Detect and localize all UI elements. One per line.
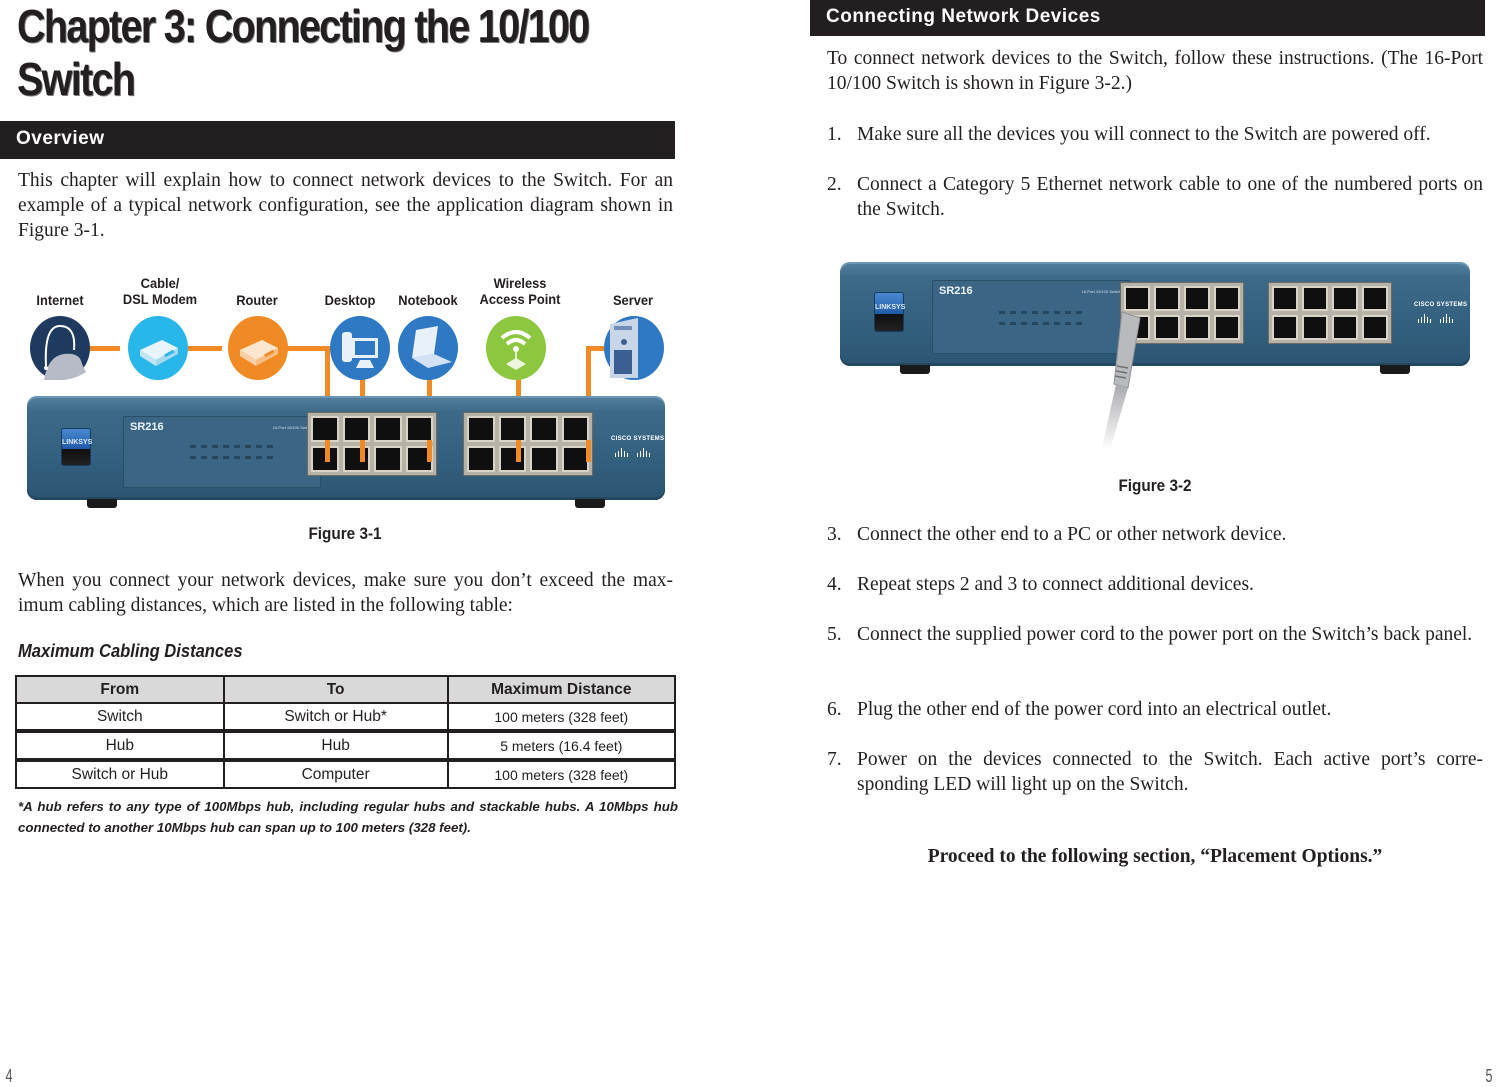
step-number: 3. — [827, 524, 842, 545]
modem-icon — [128, 316, 188, 380]
router-icon — [228, 316, 288, 380]
step-text: Plug the other end of the power cord int… — [857, 699, 1332, 720]
step-item: 3. Connect the other end to a PC or other… — [827, 522, 1483, 547]
ethernet-cable-icon — [1070, 300, 1160, 460]
node-label-modem: Cable/ DSL Modem — [122, 275, 198, 307]
cell-distance: 100 meters (328 feet) — [446, 758, 677, 789]
step-item: 7. Power on the devices connected to the … — [827, 747, 1483, 797]
cisco-logo: CISCO SYSTEMS — [611, 436, 665, 442]
status-panel: SR216 16-Port 10/100 Switch — [123, 416, 321, 488]
cable-end-2 — [360, 440, 365, 462]
step-text: Connect a Category 5 Ethernet network ca… — [857, 174, 1483, 220]
node-label-notebook: Notebook — [398, 292, 458, 308]
cell-from: Switch or Hub — [15, 758, 225, 789]
header-max-distance: Maximum Distance — [446, 675, 677, 704]
table-row: Hub Hub 5 meters (16.4 feet) — [15, 729, 677, 761]
link-modem-router — [188, 346, 222, 351]
step-number: 4. — [827, 574, 842, 595]
figure-3-2-caption: Figure 3-2 — [1118, 476, 1192, 495]
notebook-icon — [398, 316, 458, 380]
overview-heading-text: Overview — [16, 128, 105, 149]
step-number: 2. — [827, 174, 842, 195]
cabling-paragraph: When you connect your network devices, m… — [18, 570, 673, 616]
cisco-logo: CISCO SYSTEMS — [1414, 302, 1468, 308]
node-label-router: Router — [236, 292, 278, 308]
page-number-right: 5 — [1485, 1066, 1493, 1086]
cell-to: Computer — [222, 758, 449, 789]
table-footnote: *A hub refers to any type of 100Mbps hub… — [18, 799, 678, 835]
table-header-row: From To Maximum Distance — [15, 675, 677, 704]
cell-distance: 5 meters (16.4 feet) — [446, 729, 677, 761]
step-text: Make sure all the devices you will conne… — [857, 124, 1431, 145]
model-label: SR216 — [939, 285, 973, 297]
step-item: 1. Make sure all the devices you will con… — [827, 122, 1483, 147]
node-label-access-point: Wireless Access Point — [479, 275, 561, 307]
cable-end-4 — [516, 440, 521, 462]
header-to: To — [222, 675, 449, 704]
globe-icon — [30, 316, 90, 380]
wifi-icon — [486, 316, 546, 380]
node-label-internet: Internet — [36, 292, 84, 308]
connecting-heading-text: Connecting Network Devices — [826, 6, 1101, 27]
node-label-desktop: Desktop — [324, 292, 376, 308]
cable-end-3 — [427, 440, 432, 462]
proceed-note: Proceed to the following section, “Place… — [927, 846, 1383, 867]
linksys-logo: LINKSYS — [61, 428, 92, 466]
connecting-intro: To connect network devices to the Switch… — [827, 48, 1483, 94]
figure-3-1-caption: Figure 3-1 — [308, 524, 382, 543]
cell-from: Hub — [15, 729, 225, 761]
table-title: Maximum Cabling Distances — [18, 641, 243, 661]
step-number: 6. — [827, 699, 842, 720]
section-heading-connecting: Connecting Network Devices — [810, 0, 1485, 36]
table-row: Switch Switch or Hub* 100 meters (328 fe… — [15, 702, 677, 732]
server-icon — [604, 316, 664, 380]
step-text: Repeat steps 2 and 3 to connect addition… — [857, 574, 1254, 595]
page-number-left: 4 — [5, 1066, 13, 1086]
overview-paragraph: This chapter will explain how to connect… — [18, 170, 673, 241]
cisco-bridge-icon — [1416, 310, 1456, 323]
step-number: 5. — [827, 624, 842, 645]
step-text: Power on the devices connected to the Sw… — [857, 749, 1483, 795]
cell-distance: 100 meters (328 feet) — [446, 702, 677, 732]
model-subtitle: 16-Port 10/100 Switch — [1081, 289, 1121, 294]
port-block-9-16 — [463, 412, 593, 476]
step-number: 7. — [827, 749, 842, 770]
header-from: From — [15, 675, 225, 704]
led-array — [190, 445, 273, 459]
linksys-logo: LINKSYS — [874, 292, 905, 332]
chapter-title: Chapter 3: Connecting the 10/100 Switch — [17, 0, 590, 105]
link-router-switch-h — [285, 346, 329, 351]
node-label-server: Server — [612, 292, 654, 308]
section-heading-overview: Overview — [0, 121, 675, 159]
cell-to: Switch or Hub* — [222, 702, 449, 732]
link-internet-modem — [90, 346, 120, 351]
step-item: 2. Connect a Category 5 Ethernet network … — [827, 172, 1483, 222]
cable-end-1 — [325, 440, 330, 462]
cisco-bridge-icon — [613, 444, 653, 457]
cell-to: Hub — [222, 729, 449, 761]
cable-end-5 — [586, 440, 591, 462]
step-item: 5. Connect the supplied power cord to the… — [827, 622, 1483, 647]
table-row: Switch or Hub Computer 100 meters (328 f… — [15, 758, 677, 789]
step-number: 1. — [827, 124, 842, 145]
desktop-icon — [330, 316, 390, 380]
switch-device-fig1: LINKSYS SR216 16-Port 10/100 Switch CISC… — [27, 396, 665, 508]
step-item: 6. Plug the other end of the power cord i… — [827, 697, 1483, 722]
cabling-distance-table: From To Maximum Distance Switch Switch o… — [15, 675, 677, 789]
step-text: Connect the other end to a PC or other n… — [857, 524, 1287, 545]
step-item: 4. Repeat steps 2 and 3 to connect additi… — [827, 572, 1483, 597]
model-label: SR216 — [130, 421, 164, 433]
cell-from: Switch — [15, 702, 225, 732]
step-text: Connect the supplied power cord to the p… — [857, 624, 1473, 645]
port-block-9-16 — [1268, 282, 1392, 344]
